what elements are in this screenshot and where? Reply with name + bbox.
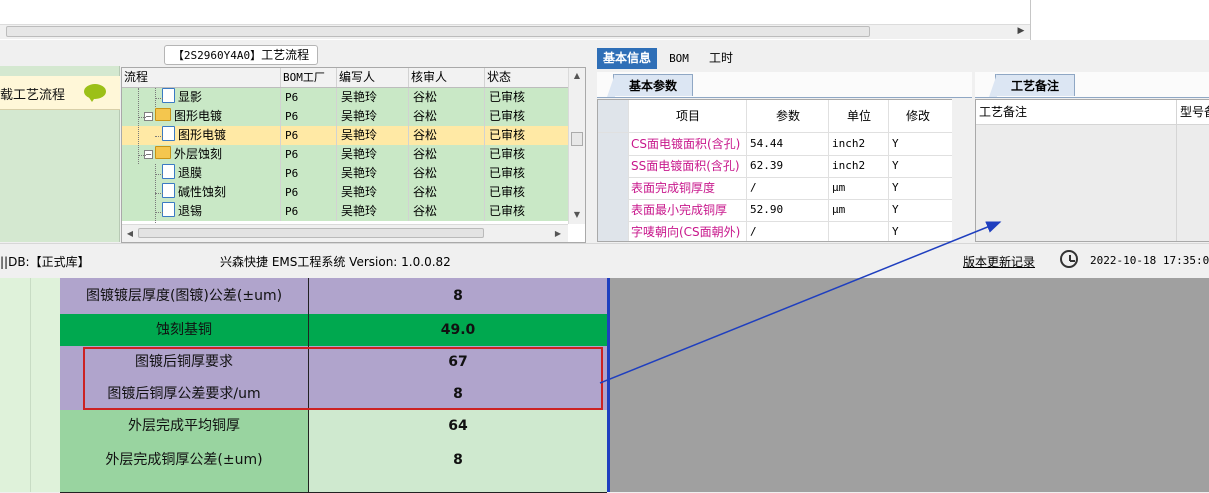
annotation-arrow-overlay xyxy=(599,221,1002,384)
annotation-arrow xyxy=(599,221,1002,384)
